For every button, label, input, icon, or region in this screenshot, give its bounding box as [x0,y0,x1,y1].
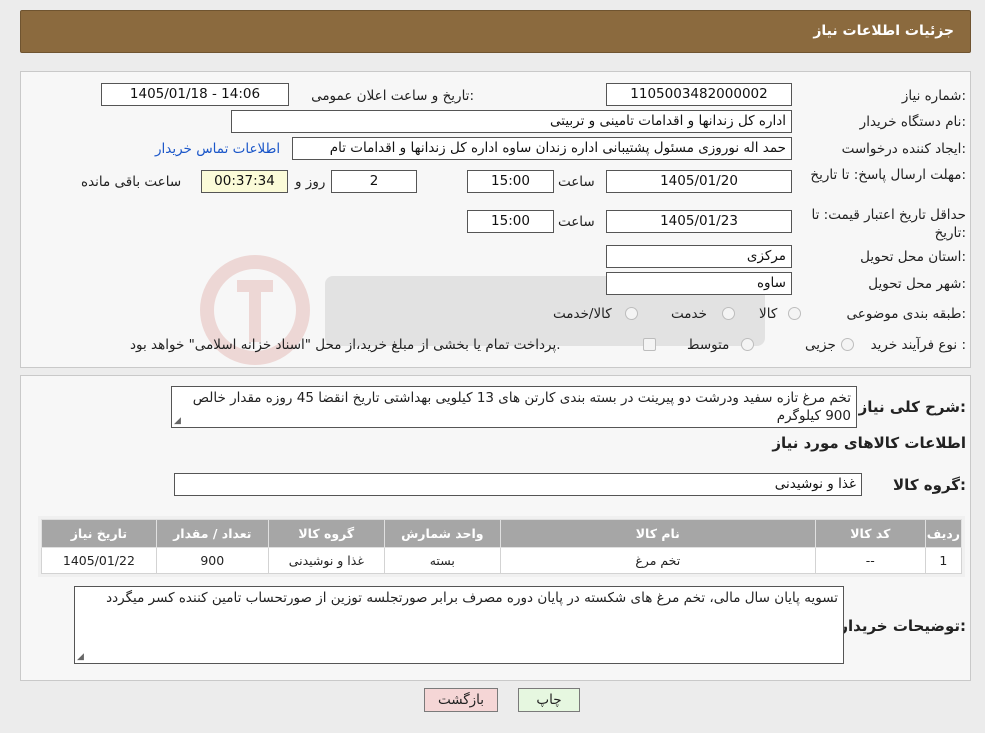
category-option-goods: کالا [759,306,778,322]
province-label: استان محل تحویل: [860,249,966,265]
goods-group-label: گروه کالا: [893,476,966,494]
process-radio-medium[interactable] [741,338,754,351]
page-title: جزئیات اطلاعات نیاز [813,23,954,39]
buyer-org-field: اداره کل زندانها و اقدامات تامینی و تربی… [231,110,792,133]
category-radio-service[interactable] [722,307,735,320]
need-number-label: شماره نیاز: [901,88,966,104]
buyer-contact-link[interactable]: اطلاعات تماس خریدار [155,141,280,157]
category-radio-goods[interactable] [788,307,801,320]
col-item-code: کد کالا [814,519,926,548]
validity-label: حداقل تاریخ اعتبار قیمت: تا تاریخ: [811,207,966,241]
deadline-date-field: 1405/01/20 [606,170,792,193]
days-label: روز و [295,174,326,190]
col-item-name: نام کالا [499,519,816,548]
table-header-row: ردیف کد کالا نام کالا واحد شمارش گروه کا… [41,519,963,548]
cell-goods-group: غذا و نوشیدنی [267,547,385,574]
cell-quantity: 900 [155,547,269,574]
buyer-notes-text: تسویه پایان سال مالی، تخم مرغ های شکسته … [106,590,838,606]
category-option-goods-service: کالا/خدمت [553,306,612,322]
city-field: ساوه [606,272,792,295]
requester-field: حمد اله نوروزی مسئول پشتیبانی اداره زندا… [292,137,792,160]
days-field: 2 [331,170,417,193]
deadline-time-label: ساعت [558,174,595,190]
requester-label: ایجاد کننده درخواست: [841,141,966,157]
cell-unit: بسته [383,547,501,574]
buyer-notes-label: توضیحات خریدار: [839,617,966,635]
remaining-label: ساعت باقی مانده [81,174,182,190]
deadline-label: مهلت ارسال پاسخ: تا تاریخ: [810,167,966,183]
goods-group-field: غذا و نوشیدنی [174,473,862,496]
col-row-number: ردیف [924,519,963,548]
col-need-date: تاریخ نیاز [41,519,157,548]
back-button[interactable]: بازگشت [424,688,498,712]
process-label: نوع فرآیند خرید : [870,337,966,353]
validity-time-field: 15:00 [467,210,554,233]
summary-text: تخم مرغ تازه سفید ودرشت دو پیرینت در بست… [192,390,851,424]
city-label: شهر محل تحویل: [868,276,966,292]
buyer-notes-textarea: تسویه پایان سال مالی، تخم مرغ های شکسته … [74,586,844,664]
resize-handle-icon[interactable]: ◢ [77,653,84,662]
cell-need-date: 1405/01/22 [41,547,157,574]
province-field: مرکزی [606,245,792,268]
summary-textarea: تخم مرغ تازه سفید ودرشت دو پیرینت در بست… [171,386,857,428]
page-header: جزئیات اطلاعات نیاز [20,10,971,53]
validity-date-field: 1405/01/23 [606,210,792,233]
process-treasury-note: پرداخت تمام یا بخشی از مبلغ خرید،از محل … [130,337,561,353]
validity-time-label: ساعت [558,214,595,230]
process-radio-minor[interactable] [841,338,854,351]
cell-item-name: تخم مرغ [499,547,816,574]
category-option-service: خدمت [671,306,707,322]
deadline-time-field: 15:00 [467,170,554,193]
process-option-minor: جزیی [805,337,836,353]
category-radio-goods-service[interactable] [625,307,638,320]
print-button[interactable]: چاپ [518,688,580,712]
col-unit: واحد شمارش [383,519,501,548]
category-label: طبقه بندی موضوعی: [846,306,966,322]
announce-label: تاریخ و ساعت اعلان عمومی: [311,88,474,104]
remaining-time-field: 00:37:34 [201,170,288,193]
process-option-medium: متوسط [687,337,730,353]
col-quantity: تعداد / مقدار [155,519,269,548]
items-table: ردیف کد کالا نام کالا واحد شمارش گروه کا… [41,519,963,574]
table-row: 1 -- تخم مرغ بسته غذا و نوشیدنی 900 1405… [41,547,963,574]
need-number-field: 1105003482000002 [606,83,792,106]
cell-row-number: 1 [924,547,963,574]
buyer-org-label: نام دستگاه خریدار: [859,114,966,130]
treasury-checkbox[interactable] [643,338,656,351]
goods-info-title: اطلاعات کالاهای مورد نیاز [772,434,966,452]
resize-handle-icon[interactable]: ◢ [174,417,181,426]
items-table-wrapper: ردیف کد کالا نام کالا واحد شمارش گروه کا… [38,516,965,577]
cell-item-code: -- [814,547,926,574]
col-goods-group: گروه کالا [267,519,385,548]
summary-label: شرح کلی نیاز: [858,398,966,416]
announce-datetime-field: 1405/01/18 - 14:06 [101,83,289,106]
